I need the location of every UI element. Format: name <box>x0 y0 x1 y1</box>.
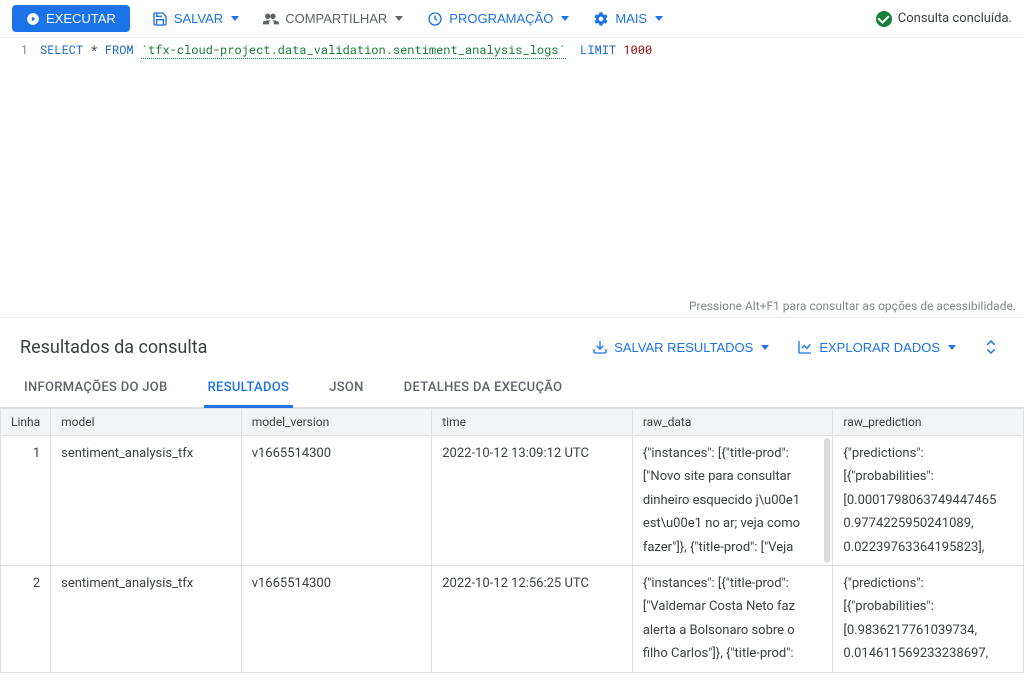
sql-editor[interactable]: 1 SELECT * FROM `tfx-cloud-project.data_… <box>0 38 1024 318</box>
col-line[interactable]: Linha <box>1 409 51 436</box>
caret-down-icon <box>655 16 663 21</box>
expand-button[interactable] <box>978 334 1004 360</box>
caret-down-icon <box>395 16 403 21</box>
col-raw-data[interactable]: raw_data <box>632 409 833 436</box>
download-icon <box>592 339 608 355</box>
more-label: MAIS <box>615 11 647 26</box>
sql-code[interactable]: SELECT * FROM `tfx-cloud-project.data_va… <box>40 42 652 58</box>
tab-results[interactable]: RESULTADOS <box>204 370 294 408</box>
share-label: COMPARTILHAR <box>285 11 387 26</box>
share-icon <box>263 11 279 27</box>
cell-model: sentiment_analysis_tfx <box>51 436 242 566</box>
results-title: Resultados da consulta <box>20 337 207 358</box>
cell-line: 1 <box>1 436 51 566</box>
save-icon <box>152 11 168 27</box>
caret-down-icon <box>231 16 239 21</box>
cell-time: 2022-10-12 12:56:25 UTC <box>432 565 633 672</box>
more-button[interactable]: MAIS <box>591 7 665 31</box>
save-results-label: SALVAR RESULTADOS <box>614 340 753 355</box>
check-circle-icon <box>876 11 892 27</box>
cell-line: 2 <box>1 565 51 672</box>
cell-raw-data: {"instances": [{"title-prod": ["Valdemar… <box>632 565 833 672</box>
table-row[interactable]: 2sentiment_analysis_tfxv16655143002022-1… <box>1 565 1024 672</box>
col-time[interactable]: time <box>432 409 633 436</box>
unfold-icon <box>982 338 1000 356</box>
results-tabs: INFORMAÇÕES DO JOB RESULTADOS JSON DETAL… <box>0 370 1024 408</box>
chart-icon <box>797 339 813 355</box>
tab-exec-details[interactable]: DETALHES DA EXECUÇÃO <box>400 370 567 408</box>
caret-down-icon <box>761 345 769 350</box>
explore-data-button[interactable]: EXPLORAR DADOS <box>795 335 958 359</box>
run-label: EXECUTAR <box>46 11 116 26</box>
gear-icon <box>593 11 609 27</box>
explore-data-label: EXPLORAR DADOS <box>819 340 940 355</box>
cell-model: sentiment_analysis_tfx <box>51 565 242 672</box>
save-label: SALVAR <box>174 11 223 26</box>
status-text: Consulta concluída. <box>898 11 1012 26</box>
run-button[interactable]: EXECUTAR <box>12 5 130 32</box>
tab-json[interactable]: JSON <box>325 370 367 408</box>
table-header-row: Linha model model_version time raw_data … <box>1 409 1024 436</box>
tab-job-info[interactable]: INFORMAÇÕES DO JOB <box>20 370 172 408</box>
cell-version: v1665514300 <box>241 436 432 566</box>
col-raw-prediction[interactable]: raw_prediction <box>833 409 1024 436</box>
clock-icon <box>427 11 443 27</box>
results-header: Resultados da consulta SALVAR RESULTADOS… <box>0 318 1024 370</box>
schedule-button[interactable]: PROGRAMAÇÃO <box>425 7 571 31</box>
cell-version: v1665514300 <box>241 565 432 672</box>
schedule-label: PROGRAMAÇÃO <box>449 11 553 26</box>
cell-raw-prediction: {"predictions": [{"probabilities": [0.98… <box>833 565 1024 672</box>
query-toolbar: EXECUTAR SALVAR COMPARTILHAR PROGRAMAÇÃO… <box>0 0 1024 38</box>
save-button[interactable]: SALVAR <box>150 7 241 31</box>
save-results-button[interactable]: SALVAR RESULTADOS <box>590 335 771 359</box>
cell-raw-prediction: {"predictions": [{"probabilities": [0.00… <box>833 436 1024 566</box>
line-number: 1 <box>0 42 40 58</box>
results-table: Linha model model_version time raw_data … <box>0 408 1024 673</box>
caret-down-icon <box>948 345 956 350</box>
cell-time: 2022-10-12 13:09:12 UTC <box>432 436 633 566</box>
table-row[interactable]: 1sentiment_analysis_tfxv16655143002022-1… <box>1 436 1024 566</box>
share-button[interactable]: COMPARTILHAR <box>261 7 405 31</box>
play-icon <box>26 12 40 26</box>
col-model[interactable]: model <box>51 409 242 436</box>
status-badge: Consulta concluída. <box>876 11 1012 27</box>
col-model-version[interactable]: model_version <box>241 409 432 436</box>
editor-a11y-hint: Pressione Alt+F1 para consultar as opçõe… <box>689 299 1016 313</box>
caret-down-icon <box>561 16 569 21</box>
cell-raw-data: {"instances": [{"title-prod": ["Novo sit… <box>632 436 833 566</box>
